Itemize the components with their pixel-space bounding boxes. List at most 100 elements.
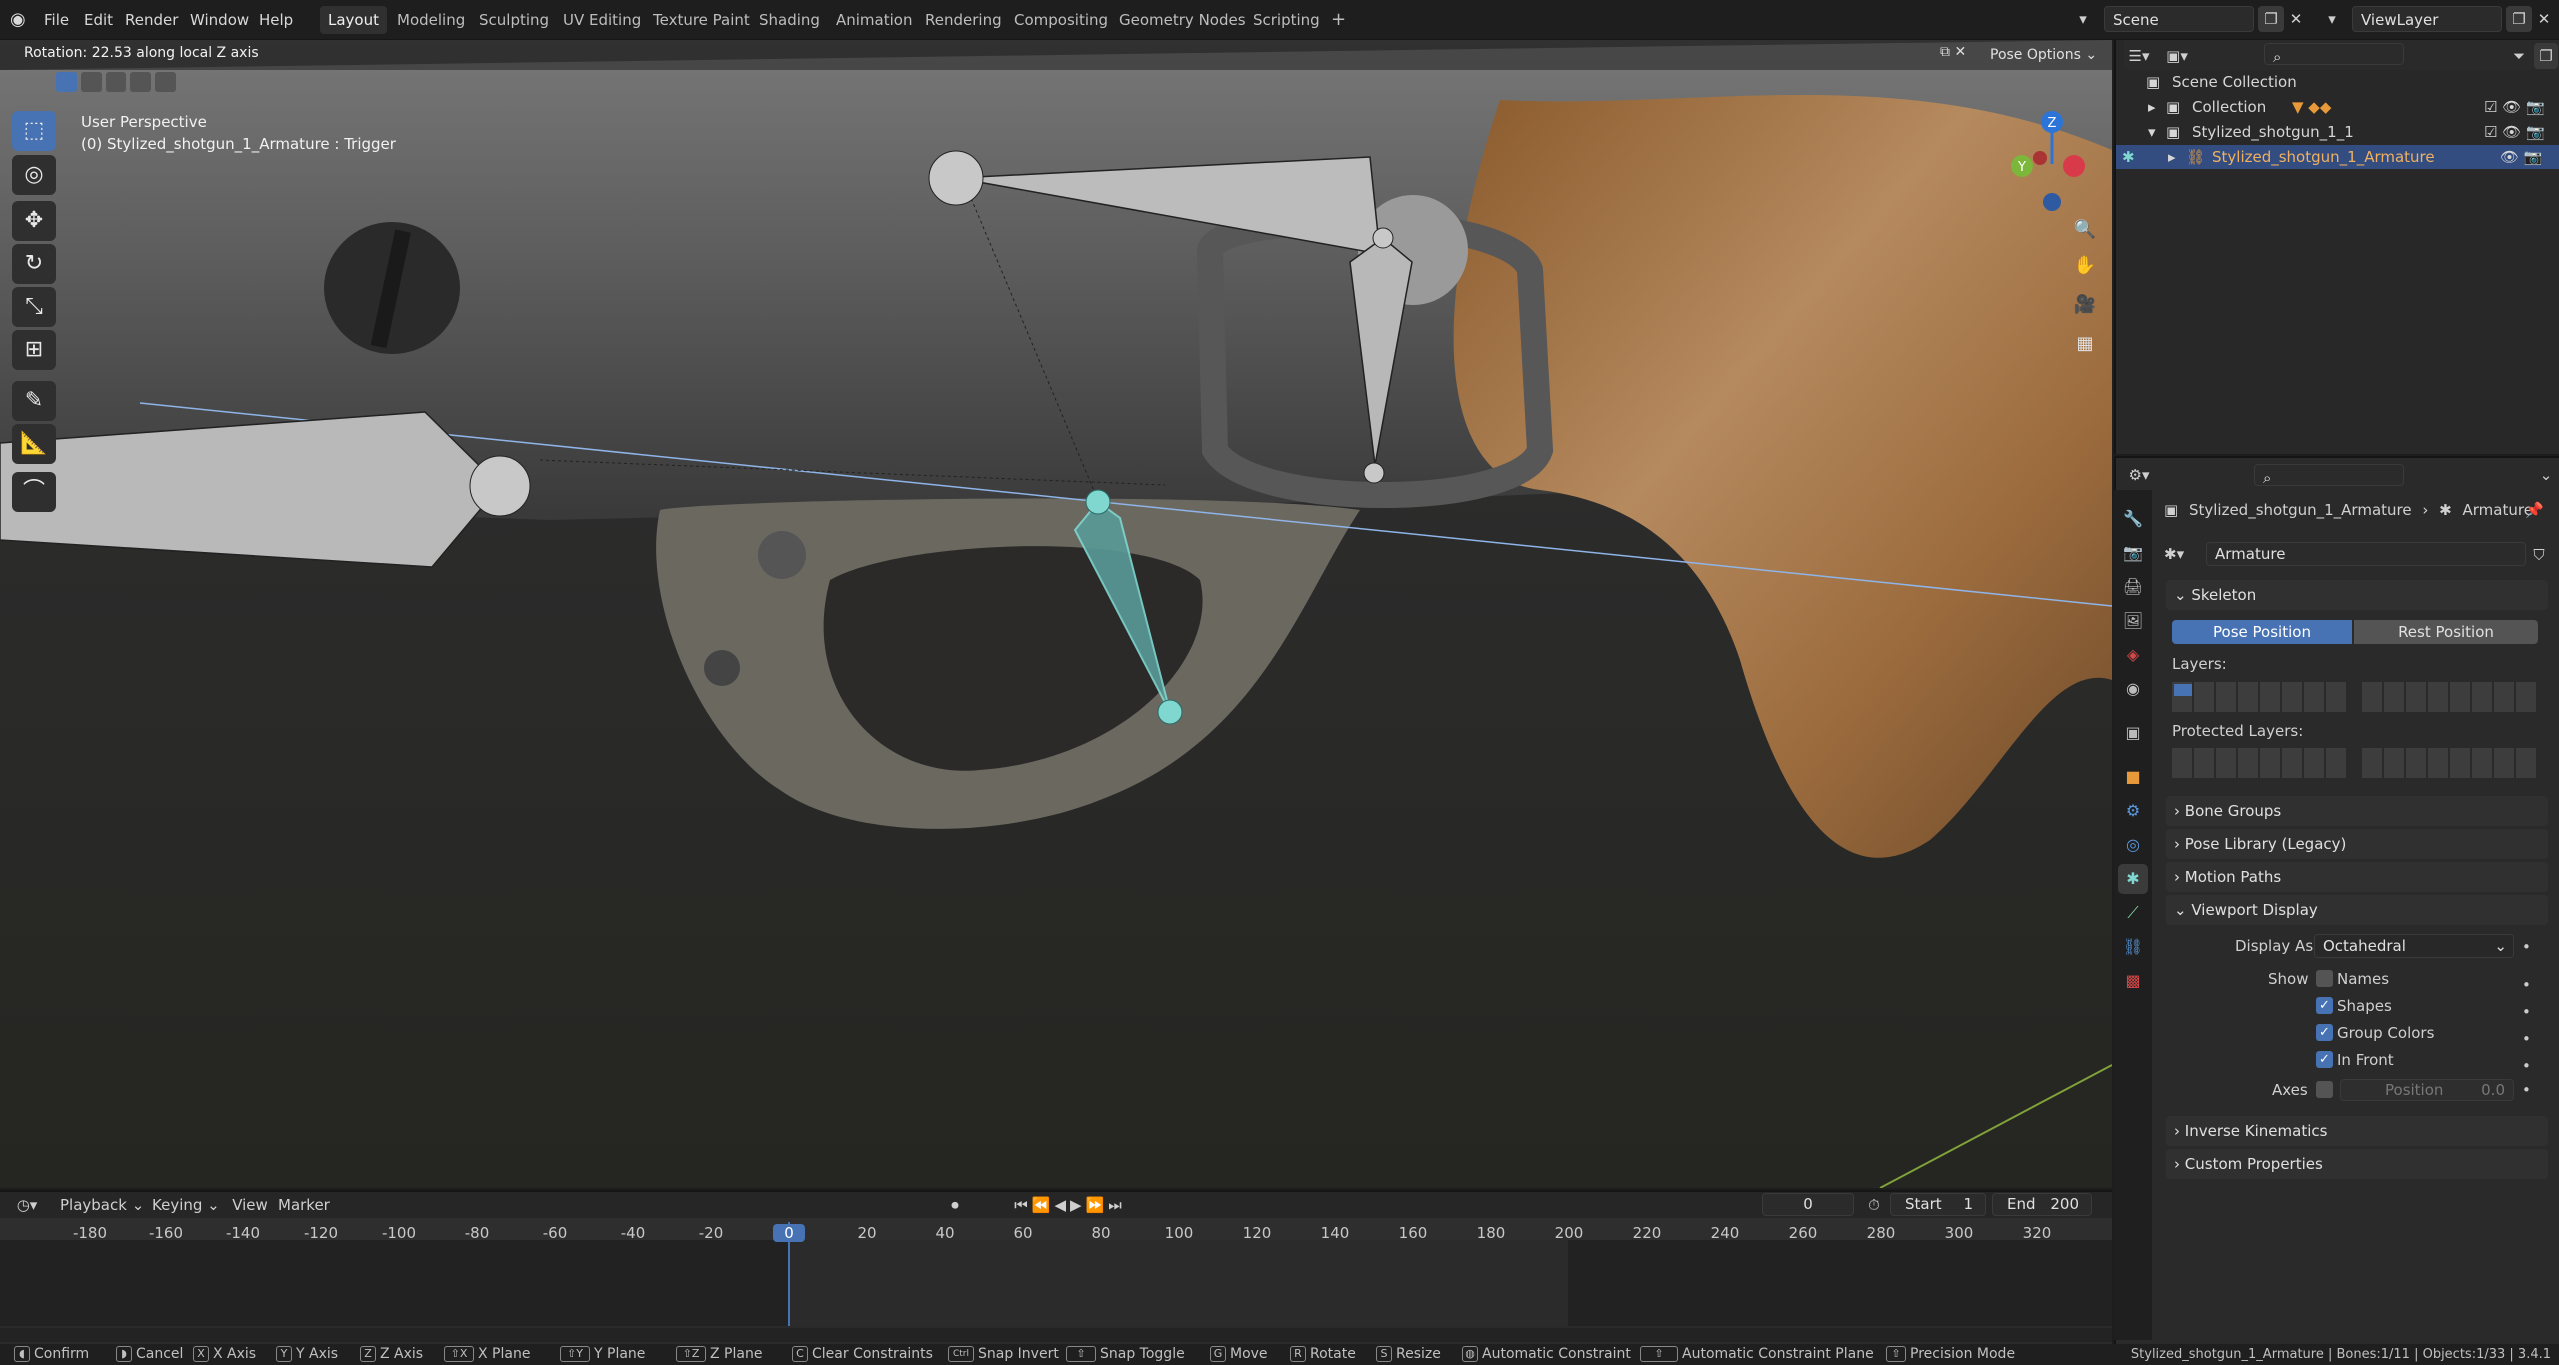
measure-tool-icon[interactable]: 📐 bbox=[12, 424, 56, 464]
expand-icon[interactable]: ▸ bbox=[2168, 145, 2176, 169]
display-as-dropdown[interactable]: Octahedral ⌄ bbox=[2314, 934, 2514, 958]
move-tool-icon[interactable]: ✥ bbox=[12, 201, 56, 241]
view-menu[interactable]: View bbox=[230, 1192, 270, 1218]
collapse-icon[interactable]: ▾ bbox=[2148, 120, 2156, 144]
world-tab-icon[interactable]: ◉ bbox=[2118, 674, 2148, 704]
menu-window[interactable]: Window bbox=[190, 0, 249, 40]
outliner-row-shotgun[interactable]: ▾ ▣ Stylized_shotgun_1_1 ☑ 👁 📷 bbox=[2116, 120, 2559, 144]
render-tab-icon[interactable]: 📷 bbox=[2118, 538, 2148, 568]
tab-scripting[interactable]: Scripting bbox=[1245, 6, 1328, 34]
protected-layers-grid-2[interactable] bbox=[2362, 748, 2538, 778]
new-collection-icon[interactable]: ❐ bbox=[2534, 43, 2558, 69]
tab-animation[interactable]: Animation bbox=[828, 6, 920, 34]
select-mode-new[interactable] bbox=[56, 72, 77, 92]
filter-icon[interactable]: ⏷ bbox=[2504, 43, 2534, 69]
tab-shading[interactable]: Shading bbox=[751, 6, 828, 34]
keyframe-dot-icon[interactable]: • bbox=[2522, 1081, 2531, 1099]
texture-tab-icon[interactable]: ▩ bbox=[2118, 966, 2148, 996]
pose-relax-tool-icon[interactable]: ⌒ bbox=[12, 472, 56, 512]
close-scene-icon[interactable]: ✕ bbox=[2286, 6, 2306, 32]
zoom-icon[interactable]: 🔍 bbox=[2069, 214, 2101, 246]
current-frame-field[interactable]: 0 bbox=[1762, 1193, 1854, 1216]
viewlayer-selector-icon[interactable]: ▾ bbox=[2312, 6, 2352, 32]
menu-render[interactable]: Render bbox=[125, 0, 178, 40]
outliner-search-input[interactable]: ⌕ bbox=[2264, 43, 2404, 66]
tab-modeling[interactable]: Modeling bbox=[389, 6, 473, 34]
axes-checkbox[interactable] bbox=[2316, 1081, 2333, 1098]
menu-file[interactable]: File bbox=[44, 0, 69, 40]
marker-menu[interactable]: Marker bbox=[278, 1192, 330, 1218]
protected-layers-grid[interactable] bbox=[2172, 748, 2348, 778]
object-tab-icon[interactable]: ■ bbox=[2118, 762, 2148, 792]
panel-skeleton[interactable]: ⌄ Skeleton bbox=[2166, 580, 2548, 610]
bone-tab-icon[interactable]: ⟋ bbox=[2118, 898, 2148, 928]
keyframe-dot-icon[interactable]: • bbox=[2522, 938, 2531, 956]
outliner-row-armature[interactable]: ✱ ▸ ⛓ Stylized_shotgun_1_Armature 👁 📷 bbox=[2116, 145, 2559, 169]
bone-constraint-tab-icon[interactable]: ⛓ bbox=[2118, 932, 2148, 962]
pose-options-dropdown[interactable]: Pose Options ⌄ bbox=[1990, 44, 2097, 66]
tab-sculpting[interactable]: Sculpting bbox=[471, 6, 557, 34]
properties-search-input[interactable]: ⌕ bbox=[2254, 464, 2404, 487]
select-mode-invert[interactable] bbox=[130, 72, 152, 92]
panel-pose-library[interactable]: › Pose Library (Legacy) bbox=[2166, 829, 2548, 859]
collection-tab-icon[interactable]: ▣ bbox=[2118, 718, 2148, 748]
transform-tool-icon[interactable]: ⊞ bbox=[12, 330, 56, 370]
end-frame-field[interactable]: End 200 bbox=[1992, 1193, 2092, 1216]
playback-menu[interactable]: Playback ⌄ bbox=[60, 1192, 150, 1218]
select-box-tool-icon[interactable]: ⬚ bbox=[12, 111, 56, 151]
3d-viewport[interactable]: Z Y bbox=[0, 40, 2112, 1188]
tab-uv-editing[interactable]: UV Editing bbox=[555, 6, 649, 34]
tab-layout[interactable]: Layout bbox=[320, 6, 387, 34]
outliner-row-collection[interactable]: ▸ ▣ Collection ▼ ◆◆ ☑ 👁 📷 bbox=[2116, 95, 2559, 119]
panel-inverse-kinematics[interactable]: › Inverse Kinematics bbox=[2166, 1116, 2548, 1146]
layers-grid[interactable] bbox=[2172, 682, 2348, 712]
armature-data-tab-icon[interactable]: ✱ bbox=[2118, 864, 2148, 894]
pose-mode-icon[interactable]: ✱ bbox=[2122, 145, 2135, 169]
group-colors-checkbox[interactable]: ✓ bbox=[2316, 1024, 2333, 1041]
layers-grid-2[interactable] bbox=[2362, 682, 2538, 712]
tab-compositing[interactable]: Compositing bbox=[1006, 6, 1116, 34]
scene-selector-icon[interactable]: ▾ bbox=[2063, 6, 2103, 32]
editor-type-icon[interactable]: ☰▾ bbox=[2124, 43, 2154, 69]
axes-position-field[interactable]: Position 0.0 bbox=[2340, 1079, 2514, 1101]
panel-bone-groups[interactable]: › Bone Groups bbox=[2166, 796, 2548, 826]
armature-name-field[interactable]: Armature bbox=[2206, 542, 2526, 566]
annotate-tool-icon[interactable]: ✎ bbox=[12, 381, 56, 421]
playback-controls-icon[interactable]: ⏮⏪◀▶⏩⏭ bbox=[995, 1192, 1145, 1218]
tab-rendering[interactable]: Rendering bbox=[917, 6, 1010, 34]
select-mode-intersect[interactable] bbox=[155, 72, 176, 92]
pose-position-button[interactable]: Pose Position bbox=[2172, 620, 2352, 644]
record-icon[interactable]: ⏺ bbox=[940, 1192, 970, 1218]
tab-geometry-nodes[interactable]: Geometry Nodes bbox=[1111, 6, 1254, 34]
menu-help[interactable]: Help bbox=[259, 0, 293, 40]
scene-tab-icon[interactable]: ◈ bbox=[2118, 640, 2148, 670]
pin-icon[interactable]: 📌 bbox=[2525, 498, 2544, 522]
select-mode-extend[interactable] bbox=[80, 72, 102, 92]
fake-user-shield-icon[interactable]: ⛉ bbox=[2528, 542, 2550, 566]
layer-1-toggle[interactable] bbox=[2174, 684, 2192, 696]
options-icon[interactable]: ⌄ bbox=[2534, 462, 2558, 488]
shapes-checkbox[interactable]: ✓ bbox=[2316, 997, 2333, 1014]
timeline-scrollbar[interactable] bbox=[0, 1328, 2112, 1342]
start-frame-field[interactable]: Start 1 bbox=[1890, 1193, 1986, 1216]
cursor-tool-icon[interactable]: ◎ bbox=[12, 155, 56, 195]
scene-name-field[interactable]: Scene bbox=[2104, 6, 2254, 32]
menu-edit[interactable]: Edit bbox=[84, 0, 113, 40]
names-checkbox[interactable] bbox=[2316, 970, 2333, 987]
close-viewlayer-icon[interactable]: ✕ bbox=[2534, 6, 2554, 32]
ortho-grid-icon[interactable]: ▦ bbox=[2069, 328, 2101, 360]
visibility-checkbox[interactable]: ☑ 👁 📷 bbox=[2484, 120, 2545, 144]
rest-position-button[interactable]: Rest Position bbox=[2354, 620, 2538, 644]
camera-view-icon[interactable]: 🎥 bbox=[2069, 289, 2101, 321]
pan-hand-icon[interactable]: ✋ bbox=[2069, 250, 2101, 282]
visibility-icons[interactable]: 👁 📷 bbox=[2500, 145, 2543, 169]
rotate-tool-icon[interactable]: ↻ bbox=[12, 244, 56, 284]
scale-tool-icon[interactable]: ⤡ bbox=[12, 287, 56, 327]
visibility-checkbox[interactable]: ☑ 👁 📷 bbox=[2484, 95, 2545, 119]
panel-motion-paths[interactable]: › Motion Paths bbox=[2166, 862, 2548, 892]
view-layer-tab-icon[interactable]: 🖼 bbox=[2118, 606, 2148, 636]
in-front-checkbox[interactable]: ✓ bbox=[2316, 1051, 2333, 1068]
stopwatch-icon[interactable]: ⏱ bbox=[1862, 1192, 1886, 1218]
expand-icon[interactable]: ▸ bbox=[2148, 95, 2156, 119]
tool-tab-icon[interactable]: 🔧 bbox=[2118, 504, 2148, 534]
